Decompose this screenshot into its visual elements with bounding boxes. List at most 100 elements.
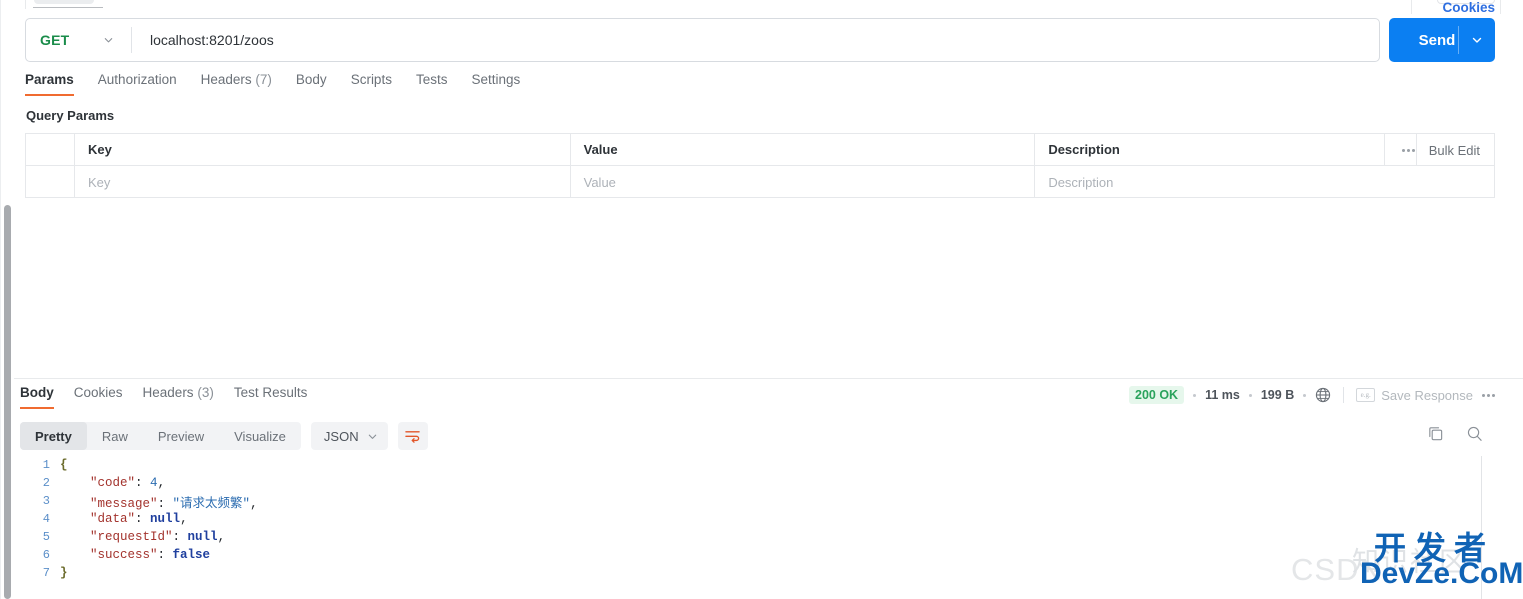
response-tab-test-results[interactable]: Test Results — [234, 385, 308, 409]
code-line-text: "code": 4, — [60, 476, 165, 490]
globe-icon[interactable] — [1315, 387, 1331, 403]
code-token: "code" — [90, 476, 136, 490]
top-tab-stub — [34, 0, 94, 4]
query-params-table: Key Value Description Bulk Edit Key Valu… — [25, 133, 1495, 198]
tab-settings-label: Settings — [471, 72, 521, 87]
tab-tests[interactable]: Tests — [416, 72, 448, 96]
status-dot-separator-3 — [1303, 393, 1307, 397]
code-line-number: 3 — [42, 494, 50, 508]
header-checkbox-cell — [26, 134, 75, 165]
tab-headers-count: (7) — [255, 72, 272, 87]
tab-authorization-label: Authorization — [97, 72, 177, 87]
response-tab-body-label: Body — [20, 385, 54, 400]
tab-body[interactable]: Body — [296, 72, 327, 96]
view-mode-group: Pretty Raw Preview Visualize — [20, 422, 301, 450]
status-dot-separator — [1193, 393, 1197, 397]
code-line: 5 "requestId": null, — [14, 528, 1481, 546]
postman-request-response-view: GET localhost:8201/zoos Send Params Auth… — [0, 0, 1523, 599]
send-options-button[interactable] — [1459, 18, 1495, 62]
tab-settings[interactable]: Settings — [471, 72, 520, 96]
save-response-button[interactable]: e.g. Save Response — [1356, 388, 1473, 403]
code-token: false — [172, 548, 211, 562]
url-bar-row: GET localhost:8201/zoos Send — [0, 18, 1523, 63]
copy-icon[interactable] — [1427, 425, 1444, 442]
tab-scripts-label: Scripts — [350, 72, 392, 87]
code-line-text: "data": null, — [60, 512, 188, 526]
status-dot-separator-2 — [1248, 393, 1252, 397]
view-mode-raw[interactable]: Raw — [87, 422, 143, 450]
response-tab-test-results-label: Test Results — [233, 385, 308, 400]
chevron-down-icon — [1472, 37, 1482, 43]
format-selector-label: JSON — [323, 428, 359, 444]
response-tab-cookies[interactable]: Cookies — [74, 385, 123, 409]
tab-authorization[interactable]: Authorization — [98, 72, 177, 96]
response-status-bar: 200 OK 11 ms 199 B e.g. Save Response — [1129, 386, 1495, 404]
view-mode-pretty[interactable]: Pretty — [20, 422, 87, 450]
http-method-selector[interactable]: GET — [26, 19, 131, 61]
chevron-down-icon — [103, 35, 114, 46]
code-line: 7} — [14, 564, 1481, 582]
code-line: 6 "success": false — [14, 546, 1481, 564]
top-divider-left — [25, 0, 26, 9]
watermark-english: DevZe.CoM — [1360, 557, 1523, 590]
code-line-text: "requestId": null, — [60, 530, 225, 544]
view-mode-preview[interactable]: Preview — [143, 422, 219, 450]
row-value-input[interactable]: Value — [571, 166, 1036, 198]
table-header-row: Key Value Description Bulk Edit — [26, 134, 1494, 166]
column-header-description: Description — [1035, 134, 1418, 165]
tab-headers[interactable]: Headers (7) — [201, 72, 272, 96]
tab-params[interactable]: Params — [25, 72, 74, 96]
status-vertical-divider — [1343, 387, 1345, 403]
top-divider-right-2 — [1500, 0, 1501, 14]
code-line-text: "message": "请求太频繁", — [60, 492, 258, 511]
tab-headers-label: Headers — [200, 72, 252, 87]
row-key-input[interactable]: Key — [75, 166, 571, 198]
code-token: : — [157, 496, 173, 511]
code-token: 4 — [150, 476, 158, 490]
view-mode-visualize[interactable]: Visualize — [219, 422, 301, 450]
search-icon[interactable] — [1466, 425, 1483, 442]
code-token: "success" — [90, 548, 158, 562]
cookies-link[interactable]: Cookies — [1442, 0, 1495, 15]
code-token: , — [180, 512, 188, 526]
code-token: "data" — [90, 512, 136, 526]
code-line-number: 1 — [42, 458, 50, 472]
chevron-down-icon — [368, 434, 376, 439]
code-token: , — [217, 530, 226, 544]
wrap-lines-icon — [405, 430, 420, 443]
request-tab-bar: Params Authorization Headers (7) Body Sc… — [0, 72, 1523, 99]
code-token: null — [150, 512, 181, 526]
code-token: } — [60, 566, 68, 580]
tab-scripts[interactable]: Scripts — [351, 72, 392, 96]
row-checkbox-cell[interactable] — [26, 166, 75, 198]
response-body-code[interactable]: 1{2 "code": 4, 3 "message": "请求太频繁", 4 "da… — [14, 456, 1481, 599]
response-body-toolbar: Pretty Raw Preview Visualize JSON — [20, 422, 428, 450]
code-line: 1{ — [14, 456, 1481, 474]
top-underline-stub — [33, 7, 103, 8]
tab-params-label: Params — [25, 72, 74, 87]
code-line-number: 6 — [42, 548, 50, 562]
response-tab-body[interactable]: Body — [20, 385, 54, 409]
code-token: : — [135, 476, 151, 490]
code-token: , — [250, 496, 258, 511]
response-tab-headers[interactable]: Headers (3) — [143, 385, 214, 409]
code-line-text: "success": false — [60, 548, 210, 562]
tab-tests-label: Tests — [415, 72, 448, 87]
code-line-number: 4 — [42, 512, 50, 526]
url-input[interactable]: localhost:8201/zoos — [132, 19, 1379, 61]
code-line-number: 5 — [42, 530, 50, 544]
code-line: 4 "data": null, — [14, 510, 1481, 528]
code-token: : — [172, 530, 188, 544]
code-line: 3 "message": "请求太频繁", — [14, 492, 1481, 511]
row-description-input[interactable]: Description — [1035, 166, 1417, 198]
response-more-options-icon[interactable] — [1482, 393, 1495, 397]
column-header-value: Value — [571, 134, 1036, 165]
format-selector[interactable]: JSON — [310, 422, 388, 450]
wrap-lines-button[interactable] — [397, 422, 428, 450]
ellipsis-horizontal-icon[interactable] — [1401, 148, 1415, 152]
response-size: 199 B — [1260, 388, 1295, 402]
example-icon: e.g. — [1356, 388, 1376, 402]
column-header-key: Key — [75, 134, 571, 165]
code-token: "message" — [90, 496, 158, 511]
bulk-edit-button[interactable]: Bulk Edit — [1429, 143, 1480, 158]
